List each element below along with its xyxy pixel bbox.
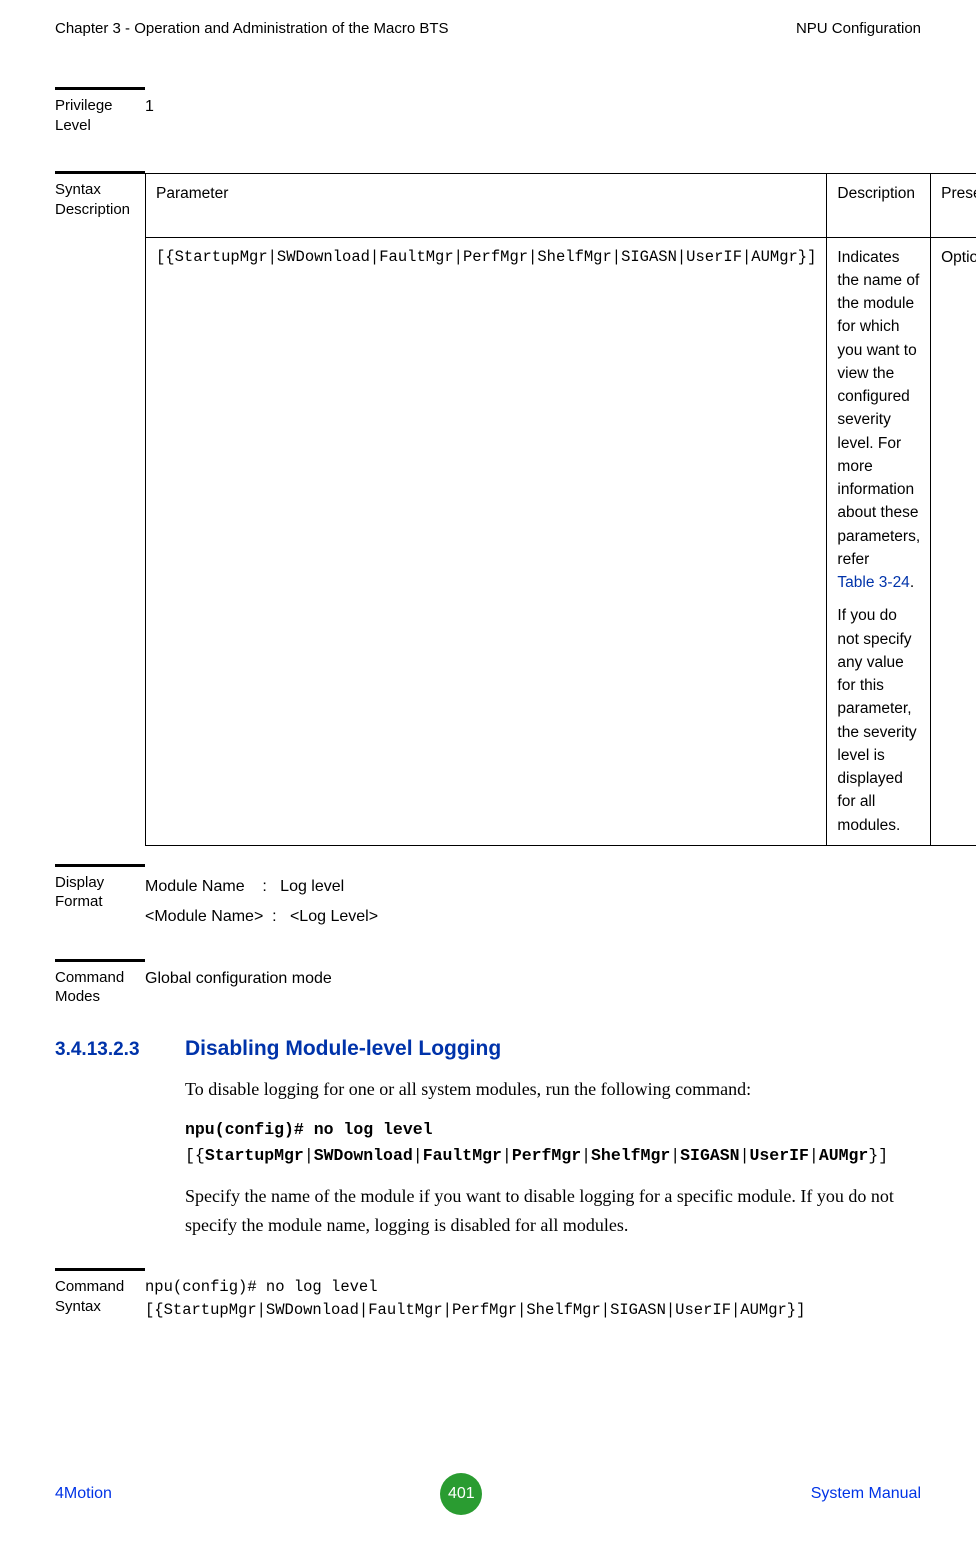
cmd-sep: | <box>304 1146 314 1165</box>
footer-right[interactable]: System Manual <box>811 1485 921 1503</box>
command-modes-block: Command Modes Global configuration mode <box>55 959 921 1007</box>
page-footer: 4Motion 401 System Manual <box>55 1473 921 1515</box>
body-after: Specify the name of the module if you wa… <box>185 1182 921 1240</box>
privilege-label: Privilege Level <box>55 87 145 135</box>
display-line2: <Module Name> : <Log Level> <box>145 902 921 932</box>
cmd-p0: StartupMgr <box>205 1146 304 1165</box>
syntax-label: Syntax Description <box>55 171 145 219</box>
syntax-block: Syntax Description Parameter Description… <box>55 171 921 846</box>
page-number-badge: 401 <box>440 1473 482 1515</box>
command-syntax-content: npu(config)# no log level [{StartupMgr|S… <box>145 1268 921 1323</box>
table-header-row: Parameter Description Presence Default V… <box>146 174 976 238</box>
cmd-p7: AUMgr <box>819 1146 869 1165</box>
command-line: npu(config)# no log level [{StartupMgr|S… <box>185 1117 921 1168</box>
cmd-open: [{ <box>185 1146 205 1165</box>
cmd-p3: PerfMgr <box>512 1146 581 1165</box>
cmd-sep: | <box>740 1146 750 1165</box>
command-modes-value: Global configuration mode <box>145 959 921 991</box>
syntax-table: Parameter Description Presence Default V… <box>145 173 976 846</box>
cmd-p5: SIGASN <box>680 1146 739 1165</box>
cell-description: Indicates the name of the module for whi… <box>827 237 931 845</box>
display-line1: Module Name : Log level <box>145 872 921 902</box>
page-header: Chapter 3 - Operation and Administration… <box>55 20 921 37</box>
desc-p1a: Indicates the name of the module for whi… <box>837 249 920 568</box>
cmd-p1: SWDownload <box>314 1146 413 1165</box>
desc-p1b: . <box>910 574 914 591</box>
cell-parameter: [{StartupMgr|SWDownload|FaultMgr|PerfMgr… <box>146 237 827 845</box>
table-ref-link[interactable]: Table 3-24 <box>837 574 909 591</box>
section-heading: 3.4.13.2.3 Disabling Module-level Loggin… <box>55 1037 921 1061</box>
cmd-sep: | <box>670 1146 680 1165</box>
header-left: Chapter 3 - Operation and Administration… <box>55 20 449 37</box>
col-presence: Presence <box>931 174 976 238</box>
heading-number: 3.4.13.2.3 <box>55 1039 185 1061</box>
syntax-content: Parameter Description Presence Default V… <box>145 171 976 846</box>
cell-presence: Optional <box>931 237 976 845</box>
footer-left[interactable]: 4Motion <box>55 1485 112 1503</box>
header-right: NPU Configuration <box>796 20 921 37</box>
cmd-p6: UserIF <box>749 1146 808 1165</box>
col-parameter: Parameter <box>146 174 827 238</box>
body-intro: To disable logging for one or all system… <box>185 1075 921 1104</box>
cmd-syntax-line1: npu(config)# no log level <box>145 1276 921 1299</box>
display-format-label: Display Format <box>55 864 145 912</box>
cmd-syntax-line2: [{StartupMgr|SWDownload|FaultMgr|PerfMgr… <box>145 1299 921 1322</box>
cmd-p2: FaultMgr <box>423 1146 502 1165</box>
display-format-block: Display Format Module Name : Log level <… <box>55 864 921 933</box>
cmd-sep: | <box>502 1146 512 1165</box>
cmd-sep: | <box>809 1146 819 1165</box>
heading-text: Disabling Module-level Logging <box>185 1037 501 1061</box>
cmd-p4: ShelfMgr <box>591 1146 670 1165</box>
table-row: [{StartupMgr|SWDownload|FaultMgr|PerfMgr… <box>146 237 976 845</box>
cmd-close: }] <box>868 1146 888 1165</box>
page: Chapter 3 - Operation and Administration… <box>0 0 976 1545</box>
privilege-value: 1 <box>145 87 921 119</box>
col-description: Description <box>827 174 931 238</box>
cmd-sep: | <box>413 1146 423 1165</box>
body-content: To disable logging for one or all system… <box>185 1075 921 1241</box>
privilege-block: Privilege Level 1 <box>55 87 921 135</box>
command-modes-label: Command Modes <box>55 959 145 1007</box>
cmd-sep: | <box>581 1146 591 1165</box>
cmd-prefix: npu(config)# no log level <box>185 1120 433 1139</box>
display-format-content: Module Name : Log level <Module Name> : … <box>145 864 921 933</box>
command-syntax-block: Command Syntax npu(config)# no log level… <box>55 1268 921 1323</box>
desc-p2: If you do not specify any value for this… <box>837 604 920 837</box>
command-syntax-label: Command Syntax <box>55 1268 145 1316</box>
